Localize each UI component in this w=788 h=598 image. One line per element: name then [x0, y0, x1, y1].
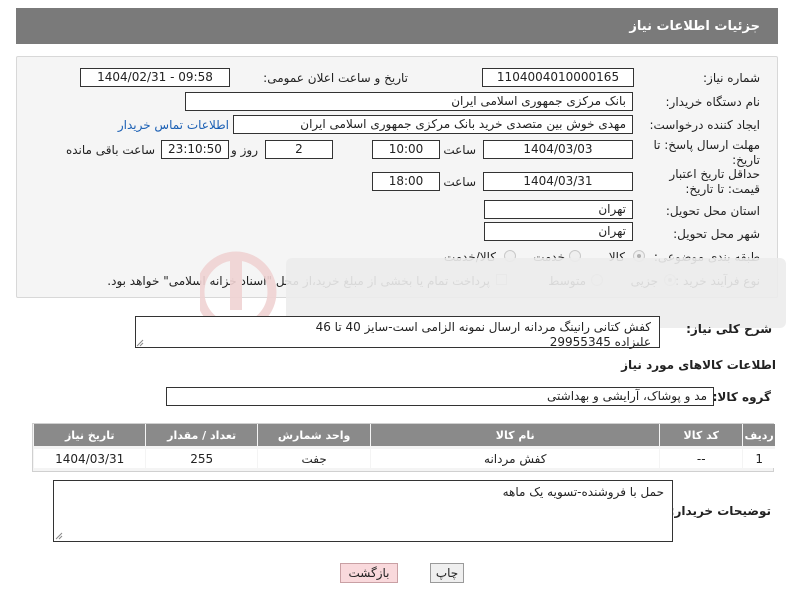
delivery-province-label: استان محل تحویل: [665, 204, 760, 218]
requester-label: ایجاد کننده درخواست: [649, 118, 760, 132]
category-goods-label: کالا [608, 250, 625, 264]
table-header-cell: کد کالا [659, 424, 743, 446]
remaining-time-field: 23:10:50 [161, 140, 229, 159]
treasury-payment-note: پرداخت تمام یا بخشی از مبلغ خرید،از محل … [107, 274, 490, 288]
table-row: 1 -- کفش مردانه جفت 255 1404/03/31 [33, 446, 775, 468]
buyer-contact-link[interactable]: اطلاعات تماس خریدار [118, 118, 229, 132]
table-cell: 1 [742, 446, 775, 468]
need-number-label: شماره نیاز: [703, 71, 760, 85]
category-goods-radio[interactable] [633, 250, 645, 262]
goods-group-field: مد و پوشاک، آرایشی و بهداشتی [166, 387, 714, 406]
table-cell: 1404/03/31 [33, 446, 146, 468]
treasury-payment-checkbox[interactable] [496, 274, 507, 285]
table-header-cell: تعداد / مقدار [145, 424, 257, 446]
price-validity-time-field: 18:00 [372, 172, 440, 191]
table-cell: جفت [256, 446, 371, 468]
table-header-row: ردیف کد کالا نام کالا واحد شمارش تعداد /… [33, 424, 775, 446]
reply-deadline-date-field: 1404/03/03 [483, 140, 633, 159]
table-header-cell: ردیف [742, 424, 775, 446]
remaining-time-label: ساعت باقی مانده [65, 143, 155, 157]
page-title: جزئیات اطلاعات نیاز [629, 19, 760, 34]
goods-group-label: گروه کالا: [712, 390, 771, 404]
process-minor-label: جزیی [630, 274, 658, 288]
reply-deadline-time-label: ساعت [443, 143, 476, 157]
reply-deadline-label: مهلت ارسال پاسخ: تا تاریخ: [653, 138, 760, 167]
category-label: طبقه بندی موضوعی: [653, 250, 760, 264]
remaining-days-field: 2 [265, 140, 333, 159]
back-button[interactable]: بازگشت [340, 563, 398, 583]
table-cell: 255 [145, 446, 257, 468]
goods-info-heading: اطلاعات کالاهای مورد نیاز [621, 358, 776, 372]
buyer-notes-textarea[interactable]: حمل با فروشنده-تسویه یک ماهه [53, 480, 673, 542]
need-summary-line-2: علیزاده 29955345 [549, 335, 651, 349]
delivery-city-label: شهر محل تحویل: [673, 227, 760, 241]
process-medium-radio[interactable] [591, 274, 603, 286]
process-minor-radio[interactable] [664, 274, 676, 286]
process-label: نوع فرآیند خرید : [675, 274, 760, 288]
table-header-cell: تاریخ نیاز [33, 424, 146, 446]
print-button[interactable]: چاپ [430, 563, 464, 583]
delivery-city-field: تهران [484, 222, 633, 241]
price-validity-time-label: ساعت [443, 175, 476, 189]
requester-field: مهدی خوش بین متصدی خرید بانک مرکزی جمهور… [233, 115, 633, 134]
reply-deadline-time-field: 10:00 [372, 140, 440, 159]
buyer-org-label: نام دستگاه خریدار: [665, 95, 761, 109]
need-summary-label: شرح کلی نیاز: [686, 322, 772, 336]
delivery-province-field: تهران [484, 200, 633, 219]
resize-grip-icon[interactable] [136, 339, 144, 347]
table-cell: کفش مردانه [370, 446, 660, 468]
buyer-notes-label: توضیحات خریدار: [669, 504, 771, 518]
category-service-radio[interactable] [569, 250, 581, 262]
category-goods-service-radio[interactable] [504, 250, 516, 262]
table-cell: -- [659, 446, 743, 468]
announce-datetime-label: تاریخ و ساعت اعلان عمومی: [263, 71, 408, 85]
need-number-field: 1104004010000165 [482, 68, 634, 87]
buyer-org-field: بانک مرکزی جمهوری اسلامی ایران [185, 92, 633, 111]
need-summary-textarea[interactable]: کفش کتانی رانینگ مردانه ارسال نمونه الزا… [135, 316, 660, 349]
goods-table: ردیف کد کالا نام کالا واحد شمارش تعداد /… [32, 423, 775, 472]
price-validity-date-field: 1404/03/31 [483, 172, 633, 191]
category-goods-service-label: کالا/خدمت [443, 250, 496, 264]
resize-grip-icon[interactable] [55, 532, 63, 540]
days-label: روز و [231, 143, 258, 157]
process-medium-label: متوسط [548, 274, 586, 288]
table-header-cell: نام کالا [370, 424, 660, 446]
page-header: جزئیات اطلاعات نیاز [16, 8, 778, 44]
price-validity-label: حداقل تاریخ اعتبار قیمت: تا تاریخ: [669, 167, 760, 196]
need-summary-line-1: کفش کتانی رانینگ مردانه ارسال نمونه الزا… [315, 320, 651, 334]
announce-datetime-field: 1404/02/31 - 09:58 [80, 68, 230, 87]
table-header-cell: واحد شمارش [256, 424, 371, 446]
category-service-label: خدمت [533, 250, 565, 264]
